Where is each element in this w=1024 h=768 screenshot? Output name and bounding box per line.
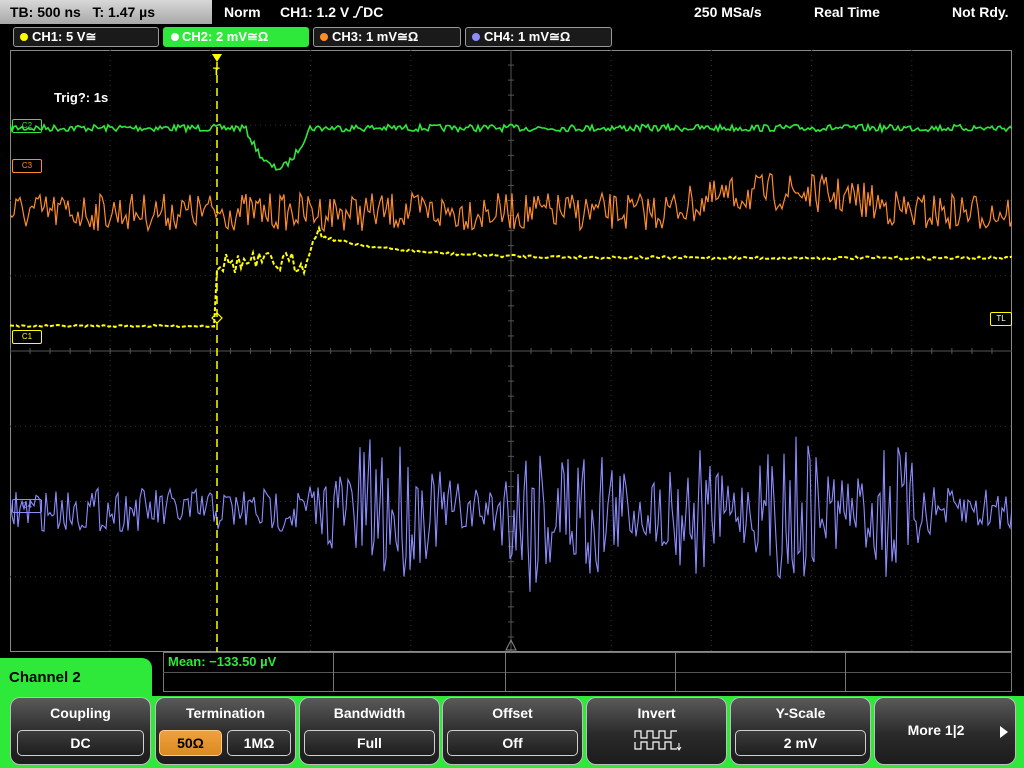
trigger-position-icon bbox=[212, 54, 222, 62]
termination-50ohm-button[interactable]: 50Ω bbox=[159, 730, 222, 756]
invert-waveform-icon bbox=[634, 730, 682, 751]
termination-1mohm-button[interactable]: 1MΩ bbox=[227, 730, 291, 756]
waveform-canvas: T bbox=[10, 50, 1012, 652]
measurement-divider bbox=[675, 653, 676, 691]
ch3-color-dot bbox=[320, 33, 328, 41]
ch3-label: CH3: 1 mV≅Ω bbox=[332, 29, 419, 44]
timebase-readout[interactable]: TB: 500 ns T: 1.47 µs bbox=[0, 0, 212, 24]
bandwidth-title: Bandwidth bbox=[333, 705, 406, 721]
mean-measurement: Mean: −133.50 µV bbox=[168, 654, 277, 669]
ch1-color-dot bbox=[20, 33, 28, 41]
measurement-divider bbox=[163, 672, 1012, 673]
more-softkey[interactable]: More 1|2 bbox=[874, 697, 1016, 765]
ch1-label: CH1: 5 V≅ bbox=[32, 29, 97, 44]
trigger-info: Trig?: 1s bbox=[54, 90, 109, 105]
ch3-marker-label: C3 bbox=[21, 161, 33, 170]
invert-title: Invert bbox=[637, 705, 676, 721]
trigger-mode[interactable]: Norm bbox=[224, 0, 261, 24]
invert-softkey[interactable]: Invert bbox=[586, 697, 727, 765]
coupling-value-button[interactable]: DC bbox=[17, 730, 144, 756]
yscale-title: Y-Scale bbox=[775, 705, 826, 721]
rising-edge-icon bbox=[353, 1, 364, 18]
ch1-marker-label: C1 bbox=[21, 332, 33, 341]
ch2-label: CH2: 2 mV≅Ω bbox=[182, 29, 269, 44]
bandwidth-value-button[interactable]: Full bbox=[304, 730, 435, 756]
trigger-coupling: DC bbox=[363, 4, 384, 20]
yscale-softkey[interactable]: Y-Scale 2 mV bbox=[730, 697, 871, 765]
channel-tab-ch4[interactable]: CH4: 1 mV≅Ω bbox=[465, 27, 612, 47]
ch4-label: CH4: 1 mV≅Ω bbox=[484, 29, 571, 44]
trigger-level: CH1: 1.2 V bbox=[280, 4, 350, 20]
ch4-color-dot bbox=[472, 33, 480, 41]
ch2-color-dot bbox=[170, 32, 180, 42]
time-position-value: T: 1.47 µs bbox=[92, 4, 156, 20]
more-label: More 1|2 bbox=[907, 722, 965, 738]
timebase-value: TB: 500 ns bbox=[10, 4, 81, 20]
ch1-ground-marker[interactable]: C1 bbox=[12, 330, 42, 344]
ready-status: Not Rdy. bbox=[952, 4, 1009, 20]
bandwidth-softkey[interactable]: Bandwidth Full bbox=[299, 697, 440, 765]
ch2-ground-marker[interactable]: C2 bbox=[12, 119, 42, 133]
graticule-grid bbox=[10, 50, 1012, 652]
measurement-divider bbox=[505, 653, 506, 691]
trigger-readout[interactable]: CH1: 1.2 V DC bbox=[280, 0, 383, 24]
termination-title: Termination bbox=[185, 705, 266, 721]
trigger-level-label: TL bbox=[996, 314, 1006, 323]
channel-tab-ch1[interactable]: CH1: 5 V≅ bbox=[13, 27, 159, 47]
offset-title: Offset bbox=[492, 705, 533, 721]
coupling-title: Coupling bbox=[50, 705, 111, 721]
sample-rate: 250 MSa/s bbox=[694, 4, 762, 20]
acquisition-mode: Real Time bbox=[814, 4, 880, 20]
channel-tab-ch3[interactable]: CH3: 1 mV≅Ω bbox=[313, 27, 461, 47]
measurement-divider bbox=[333, 653, 334, 691]
next-page-arrow-icon bbox=[1000, 726, 1008, 738]
trigger-level-marker[interactable]: TL bbox=[990, 312, 1012, 326]
ch2-marker-label: C2 bbox=[21, 121, 33, 130]
yscale-value-button[interactable]: 2 mV bbox=[735, 730, 866, 756]
termination-softkey[interactable]: Termination 50Ω 1MΩ bbox=[155, 697, 296, 765]
measurement-divider bbox=[845, 653, 846, 691]
trigger-position-label: T bbox=[213, 66, 220, 78]
channel-tab-ch2[interactable]: CH2: 2 mV≅Ω bbox=[163, 27, 309, 47]
coupling-softkey[interactable]: Coupling DC bbox=[10, 697, 151, 765]
offset-softkey[interactable]: Offset Off bbox=[442, 697, 583, 765]
ch4-ground-marker[interactable]: C4 bbox=[12, 499, 42, 513]
ch3-ground-marker[interactable]: C3 bbox=[12, 159, 42, 173]
channel-menu-tab[interactable]: Channel 2 bbox=[0, 658, 152, 698]
offset-value-button[interactable]: Off bbox=[447, 730, 578, 756]
ch4-marker-label: C4 bbox=[21, 501, 33, 510]
